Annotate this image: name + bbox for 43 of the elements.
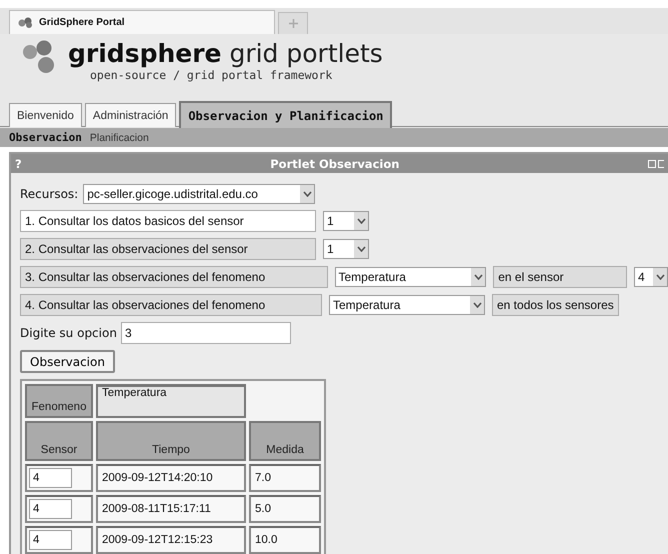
table-cell: 4: [29, 530, 72, 550]
option-field[interactable]: 3. Consultar las observaciones del fenomeno: [20, 266, 328, 288]
spheres-icon: [18, 17, 34, 28]
table-cell: Temperatura: [96, 384, 246, 418]
table-cell: 4: [29, 499, 72, 519]
table-header: Tiempo: [96, 421, 246, 461]
table-cell: 2009-09-12T14:20:10: [96, 464, 246, 492]
portal-subtitle: open-source / grid portal framework: [89, 68, 334, 82]
table-cell: 10.0: [249, 526, 321, 554]
resource-dropdown[interactable]: pc-seller.gicoge.udistrital.edu.co: [83, 184, 316, 204]
window-buttons-icon[interactable]: [648, 158, 664, 168]
dropdown[interactable]: 4: [634, 267, 668, 287]
dropdown[interactable]: 1: [323, 239, 369, 259]
observe-button[interactable]: Observacion: [20, 350, 115, 373]
nav-tab[interactable]: Observacion y Planificacion: [179, 101, 392, 128]
option-field[interactable]: 4. Consultar las observaciones del fenomeno: [20, 294, 322, 316]
new-tab-button[interactable]: [278, 12, 308, 34]
portlet-title: Portlet Observacion: [269, 156, 400, 170]
plus-icon: [288, 19, 298, 28]
nav-tab[interactable]: Bienvenido: [9, 103, 82, 127]
dropdown[interactable]: Temperatura: [329, 295, 485, 315]
table-cell: 5.0: [249, 495, 321, 523]
dropdown[interactable]: Temperatura: [334, 267, 486, 287]
table-header: Medida: [249, 421, 321, 461]
option-label: Digite su opcion: [20, 326, 117, 340]
table-header: Sensor: [25, 421, 93, 461]
sub-nav-link[interactable]: Observacion: [9, 131, 82, 144]
dropdown[interactable]: 1: [323, 211, 369, 231]
option-field[interactable]: 1. Consultar los datos basicos del sensor: [20, 210, 316, 232]
option-input[interactable]: 3: [120, 322, 291, 344]
table-header: Fenomeno: [25, 384, 93, 418]
browser-tab[interactable]: GridSphere Portal: [9, 10, 275, 34]
table-cell: 7.0: [249, 464, 321, 492]
nav-tab[interactable]: Administración: [84, 103, 176, 127]
option-field[interactable]: 2. Consultar las observaciones del sensor: [20, 238, 316, 260]
resources-label: Recursos:: [20, 187, 78, 201]
table-cell: 2009-09-12T12:15:23: [96, 526, 246, 554]
option-field[interactable]: en el sensor: [493, 266, 628, 288]
option-field[interactable]: en todos los sensores: [492, 294, 619, 316]
sub-nav-link[interactable]: Planificacion: [90, 132, 149, 144]
table-cell: 2009-08-11T15:17:11: [96, 495, 246, 523]
portal-title: gridsphere grid portlets: [68, 40, 383, 68]
table-cell: 4: [29, 468, 72, 488]
